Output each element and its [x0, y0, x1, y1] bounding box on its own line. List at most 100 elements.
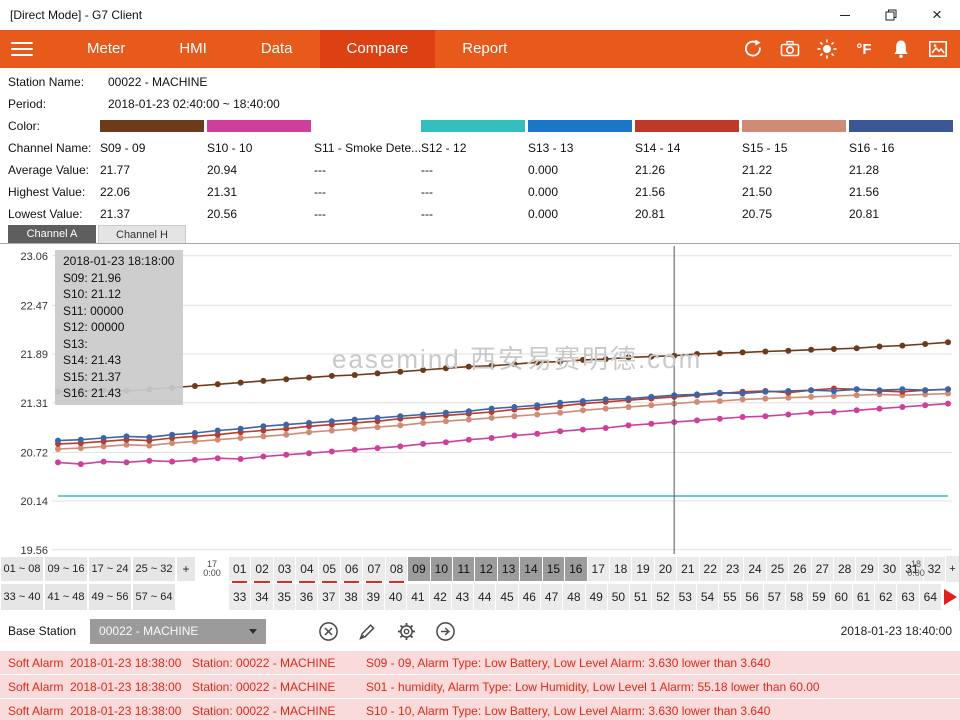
channel-number-cell[interactable]: 08	[385, 556, 407, 582]
channel-number-cell[interactable]: 19	[631, 556, 653, 582]
channel-number-cell[interactable]: 37	[317, 583, 339, 611]
clear-icon[interactable]	[316, 619, 340, 643]
channel-number-cell[interactable]: 58	[785, 583, 807, 611]
channel-number-cell[interactable]: 35	[273, 583, 295, 611]
channel-number-cell[interactable]: 63	[896, 583, 918, 611]
channel-number-cell[interactable]: 07	[362, 556, 384, 582]
hamburger-menu-icon[interactable]	[0, 30, 44, 68]
nav-tab-data[interactable]: Data	[234, 30, 320, 68]
channel-group-button[interactable]: 17 ~ 24	[88, 556, 132, 582]
channel-number-cell[interactable]: 54	[696, 583, 718, 611]
nav-tab-meter[interactable]: Meter	[60, 30, 152, 68]
channel-number-cell[interactable]: 16	[564, 556, 586, 582]
channel-number-cell[interactable]: 32	[923, 556, 945, 582]
channel-number-cell[interactable]: 49	[585, 583, 607, 611]
channel-group-button[interactable]: 41 ~ 48	[44, 583, 88, 611]
channel-number-cell[interactable]: 26	[788, 556, 810, 582]
temperature-unit-toggle[interactable]: °F	[852, 37, 876, 61]
restore-button[interactable]	[868, 0, 914, 30]
channel-number-cell[interactable]: 42	[429, 583, 451, 611]
channel-number-cell[interactable]: 55	[718, 583, 740, 611]
edit-pen-icon[interactable]	[355, 619, 379, 643]
channel-number-cell[interactable]: 22	[699, 556, 721, 582]
channel-number-cell[interactable]: 15	[542, 556, 564, 582]
nav-tab-compare[interactable]: Compare	[320, 30, 436, 68]
channel-group-button[interactable]: 57 ~ 64	[132, 583, 176, 611]
channel-number-cell[interactable]: 34	[250, 583, 272, 611]
channel-number-cell[interactable]: 41	[406, 583, 428, 611]
scroll-more-button[interactable]: +	[945, 556, 959, 582]
channel-number-cell[interactable]: 09	[407, 556, 429, 582]
channel-number-cell[interactable]: 53	[674, 583, 696, 611]
channel-number-cell[interactable]: 24	[743, 556, 765, 582]
channel-group-button[interactable]: 49 ~ 56	[88, 583, 132, 611]
channel-number-cell[interactable]: 31	[900, 556, 922, 582]
channel-number-cell[interactable]: 11	[452, 556, 474, 582]
channel-number-cell[interactable]: 44	[473, 583, 495, 611]
channel-number-cell[interactable]: 38	[339, 583, 361, 611]
channel-number-cell[interactable]: 64	[919, 583, 941, 611]
channel-number-cell[interactable]: 18	[609, 556, 631, 582]
minimize-button[interactable]	[822, 0, 868, 30]
channel-number-cell[interactable]: 02	[250, 556, 272, 582]
channel-number-cell[interactable]: 29	[855, 556, 877, 582]
close-button[interactable]: ×	[914, 0, 960, 30]
channel-number-cell[interactable]: 13	[497, 556, 519, 582]
trend-chart[interactable]: 23.0622.4721.8921.3120.7220.1419.56 ease…	[0, 243, 960, 611]
channel-group-button[interactable]: 09 ~ 16	[44, 556, 88, 582]
nav-tab-report[interactable]: Report	[435, 30, 534, 68]
channel-number-cell[interactable]: 25	[766, 556, 788, 582]
channel-number-cell[interactable]: 47	[540, 583, 562, 611]
channel-number-cell[interactable]: 10	[430, 556, 452, 582]
channel-number-cell[interactable]: 21	[676, 556, 698, 582]
channel-number-cell[interactable]: 27	[811, 556, 833, 582]
settings-gear-icon[interactable]	[394, 619, 418, 643]
sync-icon[interactable]	[741, 37, 765, 61]
nav-tab-hmi[interactable]: HMI	[152, 30, 234, 68]
camera-icon[interactable]	[778, 37, 802, 61]
channel-number-cell[interactable]: 04	[295, 556, 317, 582]
channel-number-cell[interactable]: 33	[228, 583, 250, 611]
channel-number-cell[interactable]: 17	[587, 556, 609, 582]
channel-number-cell[interactable]: 28	[833, 556, 855, 582]
channel-number-cell[interactable]: 20	[654, 556, 676, 582]
channel-number-cell[interactable]: 60	[830, 583, 852, 611]
channel-number-cell[interactable]: 61	[852, 583, 874, 611]
channel-number-cell[interactable]: 05	[318, 556, 340, 582]
period-label: Period:	[0, 97, 100, 111]
channel-number-cell[interactable]: 56	[740, 583, 762, 611]
add-group-button[interactable]: +	[176, 556, 196, 582]
channel-number-cell[interactable]: 62	[874, 583, 896, 611]
sun-icon[interactable]	[815, 37, 839, 61]
channel-number-cell[interactable]: 12	[474, 556, 496, 582]
next-page-arrow[interactable]	[941, 583, 959, 611]
channel-group-button[interactable]: 33 ~ 40	[0, 583, 44, 611]
tab-channel-a[interactable]: Channel A	[8, 225, 96, 243]
footer-toolbar: Base Station 00022 - MACHINE 2018-01-23 …	[0, 611, 960, 651]
channel-number-cell[interactable]: 43	[451, 583, 473, 611]
channel-number-cell[interactable]: 01	[228, 556, 250, 582]
channel-number-cell[interactable]: 03	[273, 556, 295, 582]
channel-group-button[interactable]: 01 ~ 08	[0, 556, 44, 582]
channel-number-cell[interactable]: 14	[519, 556, 541, 582]
channel-number-cell[interactable]: 06	[340, 556, 362, 582]
channel-group-button[interactable]: 25 ~ 32	[132, 556, 176, 582]
channel-number-cell[interactable]: 40	[384, 583, 406, 611]
channel-number-cell[interactable]: 48	[562, 583, 584, 611]
channel-number-cell[interactable]: 50	[607, 583, 629, 611]
channel-number-cell[interactable]: 57	[763, 583, 785, 611]
channel-number-cell[interactable]: 30	[878, 556, 900, 582]
channel-number-cell[interactable]: 39	[362, 583, 384, 611]
channel-number-cell[interactable]: 23	[721, 556, 743, 582]
go-arrow-icon[interactable]	[433, 619, 457, 643]
base-station-dropdown[interactable]: 00022 - MACHINE	[90, 619, 266, 644]
channel-number-cell[interactable]: 36	[295, 583, 317, 611]
channel-number-cell[interactable]: 45	[495, 583, 517, 611]
channel-number-cell[interactable]: 46	[518, 583, 540, 611]
channel-number-cell[interactable]: 51	[629, 583, 651, 611]
channel-number-cell[interactable]: 59	[807, 583, 829, 611]
channel-number-cell[interactable]: 52	[651, 583, 673, 611]
tab-channel-h[interactable]: Channel H	[98, 225, 186, 243]
alarm-bell-icon[interactable]	[889, 37, 913, 61]
image-export-icon[interactable]	[926, 37, 950, 61]
